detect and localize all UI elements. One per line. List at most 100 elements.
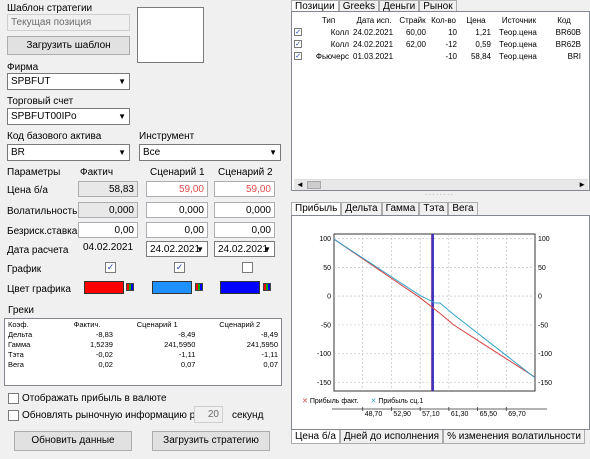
greek-value: 1,5239: [90, 339, 113, 349]
greeks-header: Сценарий 1: [136, 319, 178, 329]
chart-s1-checkbox[interactable]: ✓: [174, 262, 185, 273]
y-tick-label-right: 0: [538, 294, 542, 301]
show-currency-label: Отображать прибыль в валюте: [22, 393, 167, 404]
params-header: Параметры: [7, 167, 61, 178]
tab-vega[interactable]: Вега: [448, 202, 478, 215]
color-s2-swatch[interactable]: [220, 281, 260, 294]
account-select[interactable]: SPBFUT00IPo ▼: [7, 108, 130, 125]
scroll-right-icon[interactable]: ►: [578, 180, 586, 189]
chart-legend: ✕ Прибыль факт. ✕ Прибыль сц.1: [302, 397, 423, 405]
position-price: 58,84: [470, 51, 491, 61]
position-date: 24.02.2021: [353, 27, 394, 37]
price-s1-field[interactable]: 59,00: [146, 181, 208, 197]
position-source: Теор.цена: [499, 39, 537, 49]
rate-s2-field[interactable]: 0,00: [214, 222, 275, 238]
greek-value: -8,49: [178, 329, 196, 339]
instrument-value: Все: [143, 147, 161, 158]
palette-icon[interactable]: [263, 283, 271, 291]
color-s1-swatch[interactable]: [152, 281, 192, 294]
tab-underlying-price[interactable]: Цена б/а: [291, 430, 340, 444]
y-tick-label-right: -100: [538, 351, 552, 358]
greek-name: Тэта: [8, 349, 24, 359]
column-header: Страйк: [399, 15, 426, 25]
scroll-left-icon[interactable]: ◄: [296, 180, 304, 189]
date-s2-value: 24.02.2021: [218, 244, 269, 255]
greeks-title: Греки: [8, 305, 34, 316]
column-header: Дата исп.: [356, 15, 392, 25]
update-data-button[interactable]: Обновить данные: [14, 431, 132, 451]
show-currency-checkbox[interactable]: [8, 393, 19, 404]
vol-s2-field[interactable]: 0,000: [214, 202, 275, 218]
tab-gamma[interactable]: Гамма: [381, 202, 420, 215]
rate-fact-field[interactable]: 0,00: [78, 222, 138, 238]
x-tick-label: 69,70: [508, 411, 526, 418]
auto-refresh-checkbox[interactable]: [8, 410, 19, 421]
chart-fact-checkbox[interactable]: ✓: [105, 262, 116, 273]
load-strategy-button[interactable]: Загрузить стратегию: [152, 431, 270, 451]
refresh-interval-field[interactable]: 20: [194, 406, 223, 423]
vol-s1-field[interactable]: 0,000: [146, 202, 208, 218]
base-asset-label: Код базового актива: [7, 131, 102, 142]
greek-value: -8,83: [95, 329, 113, 339]
position-source: Теор.цена: [499, 51, 537, 61]
account-value: SPBFUT00IPo: [11, 111, 77, 122]
table-row[interactable]: ✓ Колл 24.02.2021 62,00 -12 0,59 Теор.це…: [292, 38, 583, 50]
splitter-handle[interactable]: · · · · · · · ·: [288, 192, 590, 199]
price-s2-field[interactable]: 59,00: [214, 181, 275, 197]
tab-profit[interactable]: Прибыль: [291, 202, 342, 215]
row-checkbox[interactable]: ✓: [294, 52, 302, 60]
position-date: 24.02.2021: [353, 39, 394, 49]
auto-refresh-label: Обновлять рыночную информацию раз в: [22, 410, 214, 421]
chevron-down-icon: ▼: [263, 245, 271, 254]
y-tick-label-left: -150: [317, 380, 331, 387]
volatility-label: Волатильность: [7, 206, 78, 217]
vol-fact-field: 0,000: [78, 202, 138, 218]
rate-s1-field[interactable]: 0,00: [146, 222, 208, 238]
chart-s2-checkbox[interactable]: [242, 262, 253, 273]
position-strike: [397, 50, 428, 62]
y-tick-label-left: -100: [317, 351, 331, 358]
base-asset-value: BR: [11, 147, 25, 158]
base-asset-select[interactable]: BR ▼: [7, 144, 130, 161]
price-fact-field: 58,83: [78, 181, 138, 197]
table-row: Гамма 1,5239 241,5950 241,5950: [5, 339, 281, 349]
scroll-thumb[interactable]: [307, 181, 321, 189]
horizontal-scrollbar[interactable]: ◄ ►: [294, 179, 588, 190]
greeks-header: Фактич.: [73, 319, 101, 329]
greek-value: 241,5950: [164, 339, 196, 349]
y-tick-label-left: 0: [327, 294, 331, 301]
plot-area: [333, 233, 536, 392]
position-type: Фьючерс: [315, 51, 349, 61]
y-tick-label-right: -150: [538, 380, 552, 387]
x-tick-label: 65,50: [480, 411, 498, 418]
legend-marker-fact: ✕: [302, 398, 308, 405]
table-row[interactable]: ✓ Фьючерс 01.03.2021 -10 58,84 Теор.цена…: [292, 50, 583, 62]
greek-value: -1,11: [178, 349, 196, 359]
date-s1-picker[interactable]: 24.02.2021 ▼: [146, 241, 208, 257]
greek-value: 0,02: [98, 359, 113, 369]
palette-icon[interactable]: [126, 283, 134, 291]
table-row[interactable]: ✓ Колл 24.02.2021 60,00 10 1,21 Теор.цен…: [292, 26, 583, 38]
tab-vol-change[interactable]: % изменения волатильности: [443, 430, 585, 444]
palette-icon[interactable]: [195, 283, 203, 291]
chart-panel: 100 100 50 50 0 0 -50 -50 -100 -100 -150 -150 48,70 5…: [291, 215, 590, 430]
column-header: Цена: [466, 15, 486, 25]
tab-days-to-expiry[interactable]: Дней до исполнения: [339, 430, 444, 444]
tab-theta[interactable]: Тэта: [419, 202, 449, 215]
color-fact-swatch[interactable]: [84, 281, 124, 294]
col-s1-header: Сценарий 1: [150, 167, 205, 178]
tab-delta[interactable]: Дельта: [341, 202, 382, 215]
x-tick-label: 48,70: [365, 411, 383, 418]
row-checkbox[interactable]: ✓: [294, 40, 302, 48]
firm-select[interactable]: SPBFUT ▼: [7, 73, 130, 90]
column-header: Тип: [321, 15, 336, 25]
greek-name: Вега: [8, 359, 24, 369]
greek-name: Дельта: [8, 329, 33, 339]
position-price: 0,59: [475, 39, 491, 49]
instrument-select[interactable]: Все ▼: [139, 144, 281, 161]
chevron-down-icon: ▼: [269, 148, 277, 157]
greeks-header: Сценарий 2: [219, 319, 261, 329]
load-template-button[interactable]: Загрузить шаблон: [7, 36, 130, 55]
row-checkbox[interactable]: ✓: [294, 28, 302, 36]
date-s2-picker[interactable]: 24.02.2021 ▼: [214, 241, 275, 257]
